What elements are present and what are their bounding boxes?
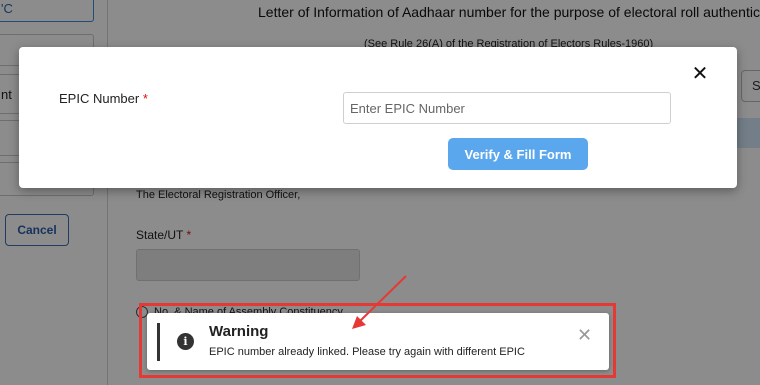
annotation-arrow-icon [352,275,407,329]
